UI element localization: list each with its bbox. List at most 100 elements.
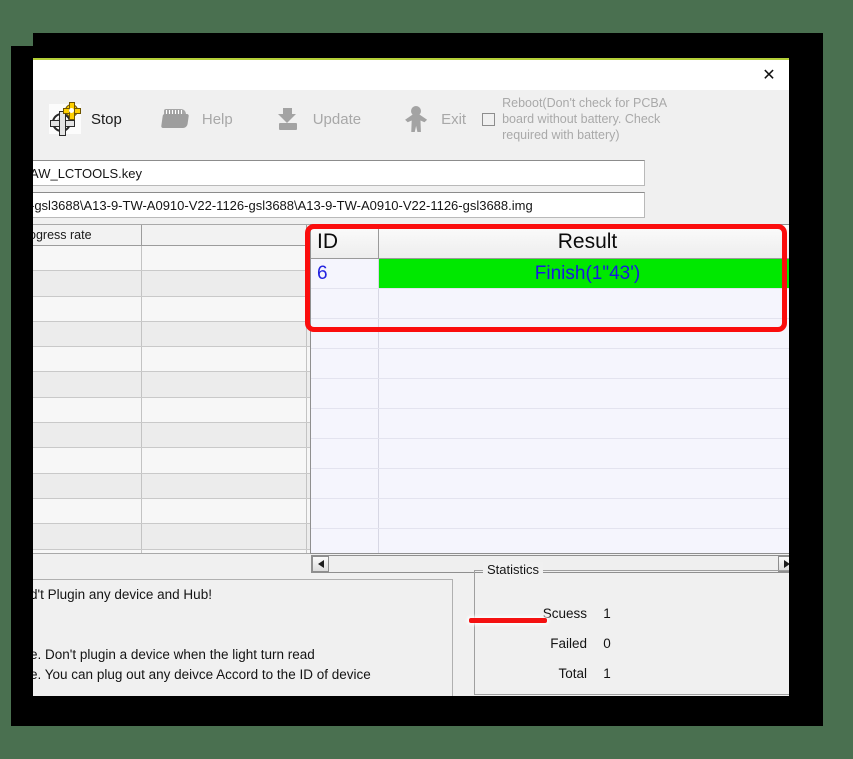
progress-cell-device: [33, 524, 142, 549]
statistics-label: Failed: [550, 635, 587, 651]
progress-rate-table-header: ogress rate: [33, 225, 319, 246]
log-line: e. Don't plugin a device when the light …: [33, 647, 315, 662]
statistics-legend: Statistics: [483, 562, 544, 577]
progress-cell-rate: [142, 549, 307, 553]
progress-cell-rate: [142, 473, 307, 498]
progress-cell-device: [33, 347, 142, 372]
stop-button[interactable]: Stop: [39, 94, 132, 144]
image-file-path-text: -gsl3688\A13-9-TW-A0910-V22-1126-gsl3688…: [33, 197, 533, 213]
image-file-path-input[interactable]: -gsl3688\A13-9-TW-A0910-V22-1126-gsl3688…: [33, 192, 645, 218]
result-cell-id: [311, 499, 379, 528]
progress-cell-rate: [142, 397, 307, 423]
result-cell-id: [311, 439, 379, 468]
statistics-row: Failed 0: [475, 628, 789, 658]
result-table-row[interactable]: [311, 319, 789, 349]
progress-table-row[interactable]: [33, 397, 319, 424]
result-table-header: ID Result: [311, 225, 789, 259]
statistics-value: 1: [603, 665, 611, 681]
progress-cell-device: [33, 549, 142, 553]
result-table-row[interactable]: [311, 499, 789, 529]
progress-table-row[interactable]: [33, 448, 319, 474]
result-cell-status: [379, 469, 789, 498]
result-cell-id: [311, 469, 379, 498]
result-table-row[interactable]: [311, 529, 789, 553]
result-cell-status: [379, 379, 789, 408]
result-table-row[interactable]: [311, 439, 789, 469]
progress-cell-rate: [142, 246, 307, 271]
phoenix-flash-tool-window: ✕ Stop Help Update Exit Reboot(Don't che…: [33, 58, 789, 696]
result-cell-id: [311, 379, 379, 408]
result-table-row[interactable]: [311, 289, 789, 319]
log-line: d't Plugin any device and Hub!: [33, 587, 212, 602]
progress-cell-rate: [142, 347, 307, 372]
progress-table-row[interactable]: [33, 549, 319, 553]
progress-table-row[interactable]: [33, 524, 319, 550]
result-table-row[interactable]: [311, 469, 789, 499]
progress-rate-table-body: [33, 246, 319, 553]
progress-cell-rate: [142, 271, 307, 296]
result-table-row[interactable]: [311, 379, 789, 409]
statistics-group: Statistics Scuess 1 Failed 0 Total 1: [474, 562, 789, 695]
progress-table-row[interactable]: [33, 296, 319, 322]
result-table-row[interactable]: 6 Finish(1"43'): [311, 259, 789, 289]
result-cell-status: Finish(1"43'): [379, 259, 789, 288]
result-table[interactable]: ID Result 6 Finish(1"43'): [310, 224, 789, 554]
gear-icon: [49, 102, 83, 136]
progress-cell-device: [33, 423, 142, 448]
progress-table-row[interactable]: [33, 347, 319, 373]
result-cell-status: [379, 409, 789, 438]
result-cell-status: [379, 439, 789, 468]
progress-cell-rate: [142, 524, 307, 549]
result-column-header-result: Result: [557, 229, 618, 253]
progress-table-row[interactable]: [33, 473, 319, 499]
progress-cell-rate: [142, 372, 307, 397]
progress-cell-device: [33, 296, 142, 321]
progress-cell-rate: [142, 296, 307, 321]
progress-cell-device: [33, 397, 142, 423]
progress-table-row[interactable]: [33, 271, 319, 297]
result-cell-id: [311, 409, 379, 438]
result-table-row[interactable]: [311, 349, 789, 379]
exit-button[interactable]: Exit: [389, 94, 476, 144]
result-cell-status: [379, 289, 789, 318]
result-cell-id: [311, 529, 379, 553]
progress-cell-rate: [142, 448, 307, 473]
toolbar: Stop Help Update Exit Reboot(Don't check…: [33, 90, 789, 148]
progress-table-row[interactable]: [33, 498, 319, 525]
folder-icon: [160, 102, 194, 136]
progress-table-row[interactable]: [33, 246, 319, 272]
result-table-row[interactable]: [311, 409, 789, 439]
annotation-underline-success: [469, 618, 547, 623]
progress-rate-table[interactable]: ogress rate: [33, 224, 320, 554]
exit-button-label: Exit: [441, 110, 467, 128]
download-icon: [271, 102, 305, 136]
progress-table-row[interactable]: [33, 423, 319, 449]
progress-rate-column-header: ogress rate: [33, 225, 142, 245]
progress-table-row[interactable]: [33, 372, 319, 398]
update-button-label: Update: [312, 110, 362, 128]
title-bar: ✕: [33, 60, 789, 90]
result-cell-status: [379, 349, 789, 378]
statistics-value: 1: [603, 605, 611, 621]
statistics-value: 0: [603, 635, 611, 651]
close-icon[interactable]: ✕: [757, 64, 781, 86]
progress-cell-device: [33, 271, 142, 296]
result-cell-id: [311, 289, 379, 318]
key-file-path-text: AW_LCTOOLS.key: [33, 165, 142, 181]
progress-cell-device: [33, 473, 142, 498]
progress-table-row[interactable]: [33, 321, 319, 348]
reboot-checkbox-group[interactable]: Reboot(Don't check for PCBA board withou…: [482, 95, 698, 143]
reboot-checkbox[interactable]: [482, 112, 496, 126]
progress-cell-device: [33, 372, 142, 397]
statistics-row: Total 1: [475, 658, 789, 688]
progress-rate-column-2: [142, 225, 307, 245]
scroll-left-icon[interactable]: [312, 556, 329, 572]
progress-cell-device: [33, 498, 142, 524]
help-button[interactable]: Help: [150, 94, 243, 144]
key-file-path-input[interactable]: AW_LCTOOLS.key: [33, 160, 645, 186]
update-button[interactable]: Update: [261, 94, 371, 144]
result-cell-id: [311, 349, 379, 378]
result-cell-status: [379, 529, 789, 553]
